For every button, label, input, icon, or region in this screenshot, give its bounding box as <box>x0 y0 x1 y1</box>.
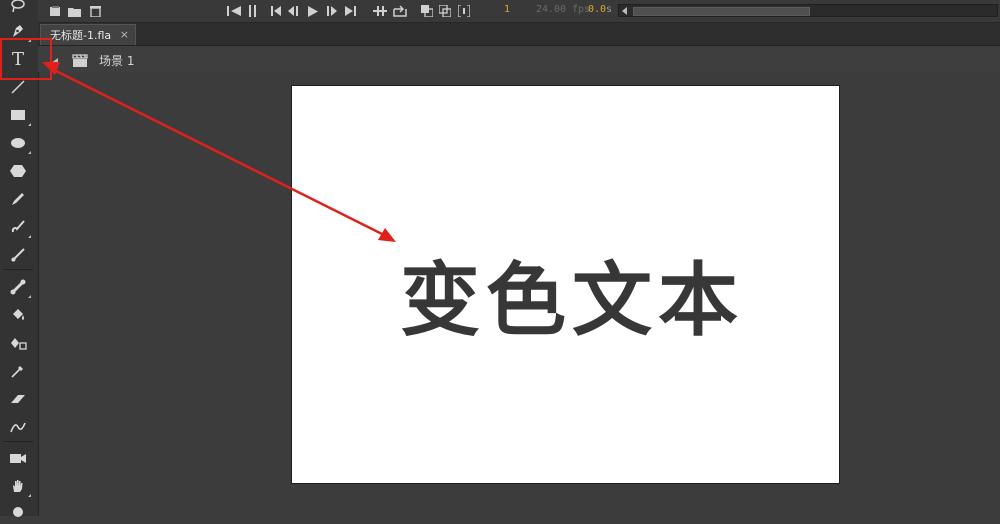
pause-icon[interactable] <box>248 3 258 19</box>
eyedropper-icon[interactable] <box>4 359 32 383</box>
close-icon[interactable]: × <box>120 28 129 41</box>
scene-label[interactable]: 场景 1 <box>99 52 134 69</box>
hand-tool-icon[interactable] <box>4 474 32 498</box>
document-tab[interactable]: 无标题-1.fla × <box>40 24 136 45</box>
lasso-icon[interactable] <box>4 0 32 18</box>
document-tab-label: 无标题-1.fla <box>50 29 112 42</box>
tools-divider <box>3 441 33 442</box>
paint-bucket-icon[interactable] <box>4 303 32 327</box>
clapperboard-icon <box>72 52 88 71</box>
current-frame[interactable]: 1 <box>504 4 510 15</box>
new-folder-icon[interactable] <box>67 3 81 19</box>
brush-tool-icon[interactable] <box>4 243 32 267</box>
scroll-left-icon[interactable] <box>622 7 627 15</box>
modify-markers-icon[interactable] <box>457 3 471 19</box>
camera-tool-icon[interactable] <box>4 446 32 470</box>
loop-icon[interactable] <box>372 3 388 19</box>
go-to-last-frame-icon[interactable] <box>344 3 358 19</box>
step-back-frame-icon[interactable] <box>288 3 300 19</box>
document-tabs: 无标题-1.fla × <box>38 23 1000 46</box>
pencil-tool-icon[interactable] <box>4 187 32 211</box>
elapsed-unit: s <box>606 4 613 15</box>
step-back-icon[interactable] <box>270 3 282 19</box>
scrollbar-thumb[interactable] <box>633 7 810 16</box>
play-icon[interactable] <box>307 3 319 19</box>
delete-layer-icon[interactable] <box>88 3 102 19</box>
zoom-tool-icon[interactable] <box>4 500 32 524</box>
ink-bottle-icon[interactable] <box>4 331 32 355</box>
new-layer-icon[interactable] <box>48 3 62 19</box>
onion-skin-icon[interactable] <box>392 3 408 19</box>
bone-tool-icon[interactable] <box>4 275 32 299</box>
elapsed-time[interactable]: 0.0 <box>588 4 606 15</box>
edit-multiple-frames-icon[interactable] <box>438 3 452 19</box>
scene-bar: 场景 1 <box>38 46 1000 72</box>
onion-outline-icon[interactable] <box>420 3 434 19</box>
annotation-highlight-box <box>0 38 52 80</box>
tools-divider <box>3 269 33 270</box>
frame-rate[interactable]: 24.00 <box>536 4 566 15</box>
rectangle-tool-icon[interactable] <box>4 103 32 127</box>
timeline-controls: 1 24.00 fps 0.0 s <box>38 0 1000 23</box>
timeline-scrollbar[interactable] <box>618 4 998 17</box>
go-to-first-frame-icon[interactable] <box>226 3 242 19</box>
eraser-icon[interactable] <box>4 387 32 411</box>
stage-text[interactable]: 变色文本 <box>400 236 744 352</box>
width-tool-icon[interactable] <box>4 415 32 439</box>
step-forward-frame-icon[interactable] <box>325 3 337 19</box>
oval-tool-icon[interactable] <box>4 131 32 155</box>
stage-canvas[interactable]: 变色文本 <box>291 85 840 484</box>
polystar-tool-icon[interactable] <box>4 159 32 183</box>
paint-brush-icon[interactable] <box>4 215 32 239</box>
